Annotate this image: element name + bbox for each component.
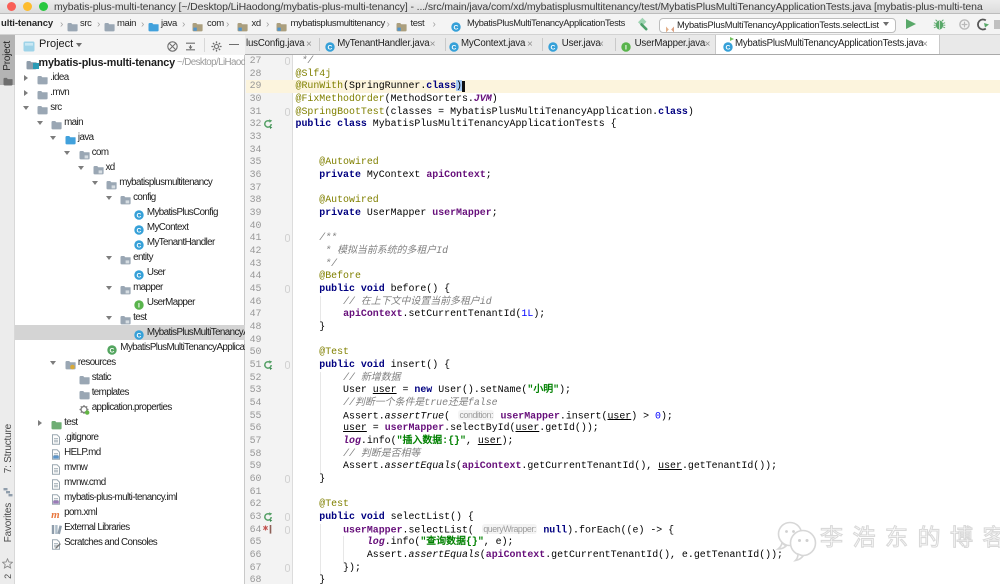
- svg-text:C: C: [725, 44, 730, 51]
- svg-text:I: I: [138, 302, 140, 309]
- svg-text:C: C: [136, 272, 141, 279]
- svg-text:C: C: [136, 242, 141, 249]
- svg-text:C: C: [136, 212, 141, 219]
- svg-text:C: C: [454, 24, 459, 31]
- svg-text:李浩东的博客: 李浩东的博客: [820, 524, 1000, 550]
- svg-text:I: I: [625, 44, 627, 51]
- svg-text:C: C: [110, 347, 115, 354]
- svg-text:C: C: [452, 44, 457, 51]
- svg-text:C: C: [551, 44, 556, 51]
- svg-text:C: C: [136, 332, 141, 339]
- svg-text:C: C: [328, 44, 333, 51]
- svg-text:C: C: [136, 227, 141, 234]
